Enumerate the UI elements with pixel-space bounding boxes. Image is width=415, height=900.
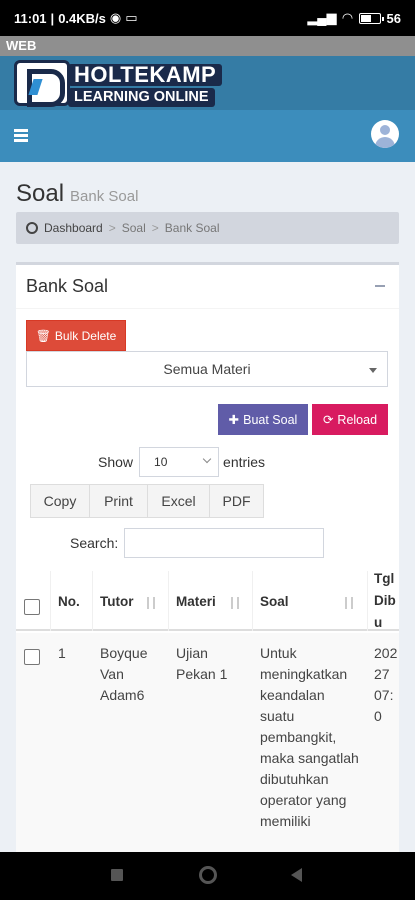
select-all-checkbox[interactable]	[24, 599, 40, 615]
status-bar: 11:01 | 0.4KB/s ◉ ▭ ▂▄▆ ◠ 56	[0, 0, 415, 36]
datatable-search: Search:	[70, 528, 325, 558]
breadcrumb-bank-soal: Bank Soal	[164, 221, 220, 235]
column-divider	[50, 571, 51, 631]
materi-select[interactable]: Semua Materi	[26, 351, 388, 387]
collapse-icon[interactable]	[375, 285, 385, 287]
bulk-delete-label: Bulk Delete	[54, 328, 117, 343]
cell-tgl-dibuat: 202 27 07:0	[374, 645, 398, 724]
reload-label: Reload	[337, 412, 378, 427]
search-input[interactable]	[124, 528, 325, 558]
plus-icon: ✚	[228, 413, 240, 427]
bulk-delete-button[interactable]: 🗑 Bulk Delete	[26, 320, 126, 351]
column-header-tutor[interactable]: Tutor	[100, 571, 134, 631]
status-time: 11:01	[14, 10, 47, 26]
sort-icon[interactable]	[343, 597, 355, 609]
status-speed: 0.4KB/s	[58, 10, 106, 26]
column-header-soal[interactable]: Soal	[260, 571, 289, 631]
logo-text-line2: LEARNING ONLINE	[68, 88, 215, 107]
back-icon[interactable]	[291, 868, 302, 882]
sort-icon[interactable]	[145, 597, 157, 609]
print-button[interactable]: Print	[89, 484, 148, 518]
sort-icon[interactable]	[229, 597, 241, 609]
breadcrumb: Dashboard > Soal > Bank Soal	[16, 212, 399, 244]
recents-icon[interactable]	[111, 869, 123, 881]
logo-text-line1: HOLTEKAMP	[68, 64, 223, 86]
dashboard-icon	[26, 222, 38, 234]
column-divider	[367, 571, 368, 631]
column-divider	[252, 571, 253, 631]
wifi-icon: ◠	[342, 10, 353, 25]
user-avatar[interactable]	[371, 120, 399, 148]
brand-logo[interactable]: HOLTEKAMP LEARNING ONLINE	[14, 58, 228, 110]
materi-select-value: Semua Materi	[163, 361, 251, 377]
battery-percent: 56	[386, 10, 401, 26]
column-divider	[92, 571, 93, 631]
status-separator: |	[50, 10, 55, 26]
breadcrumb-separator: >	[151, 221, 159, 235]
box-title: Bank Soal	[26, 276, 109, 296]
length-select-value: 10	[154, 455, 168, 469]
entries-label: entries	[223, 454, 266, 470]
table-header-row: No. Tutor Materi Soal Tgl Dibu	[16, 571, 399, 631]
battery-icon	[358, 12, 384, 24]
search-label: Search:	[70, 535, 119, 551]
screen-icon: ▭	[125, 10, 138, 25]
top-navbar	[0, 110, 415, 162]
breadcrumb-separator: >	[108, 221, 116, 235]
page-subtitle: Bank Soal	[70, 188, 139, 205]
logo-mark-icon	[14, 60, 70, 107]
reload-button[interactable]: ⟳ Reload	[312, 404, 388, 435]
cell-materi: Ujian Pekan 1	[176, 645, 228, 682]
chevron-down-icon	[202, 454, 212, 464]
pdf-button[interactable]: PDF	[209, 484, 264, 518]
cell-soal: Untuk meningkatkan keandalan suatu pemba…	[260, 645, 359, 829]
copy-button[interactable]: Copy	[30, 484, 90, 518]
row-checkbox[interactable]	[24, 649, 40, 665]
cell-no: 1	[58, 645, 66, 661]
buat-soal-button[interactable]: ✚ Buat Soal	[218, 404, 308, 435]
box-header: Bank Soal	[16, 265, 399, 309]
page-title-text: Soal	[16, 180, 65, 207]
trash-icon: 🗑	[35, 328, 51, 343]
home-icon[interactable]	[199, 866, 217, 884]
whatsapp-icon: ◉	[109, 10, 122, 25]
export-buttons: Copy Print Excel PDF	[30, 484, 264, 518]
column-divider	[168, 571, 169, 631]
show-label: Show	[98, 454, 134, 470]
buat-soal-label: Buat Soal	[243, 412, 298, 427]
breadcrumb-dashboard[interactable]: Dashboard	[44, 221, 103, 235]
web-bar: WEB	[0, 36, 415, 56]
caret-down-icon	[369, 368, 377, 373]
hamburger-menu-icon[interactable]	[14, 129, 28, 142]
breadcrumb-soal[interactable]: Soal	[122, 221, 146, 235]
length-select[interactable]: 10	[139, 447, 220, 477]
cell-tutor: Boyque Van Adam6	[100, 645, 148, 703]
page-title: Soal Bank Soal	[16, 180, 138, 208]
column-header-materi[interactable]: Materi	[176, 571, 216, 631]
bank-soal-box: Bank Soal 🗑 Bulk Delete Semua Materi ✚ B…	[16, 262, 399, 882]
signal-icon: ▂▄▆	[307, 10, 337, 25]
excel-button[interactable]: Excel	[147, 484, 210, 518]
column-header-tgl-dibuat[interactable]: Tgl Dibu	[374, 571, 399, 631]
datatable-length: Show 10 entries	[98, 447, 265, 477]
table-row[interactable]: 1 Boyque Van Adam6 Ujian Pekan 1 Untuk m…	[16, 633, 399, 882]
column-header-no[interactable]: No.	[58, 571, 80, 631]
refresh-icon: ⟳	[322, 413, 334, 427]
